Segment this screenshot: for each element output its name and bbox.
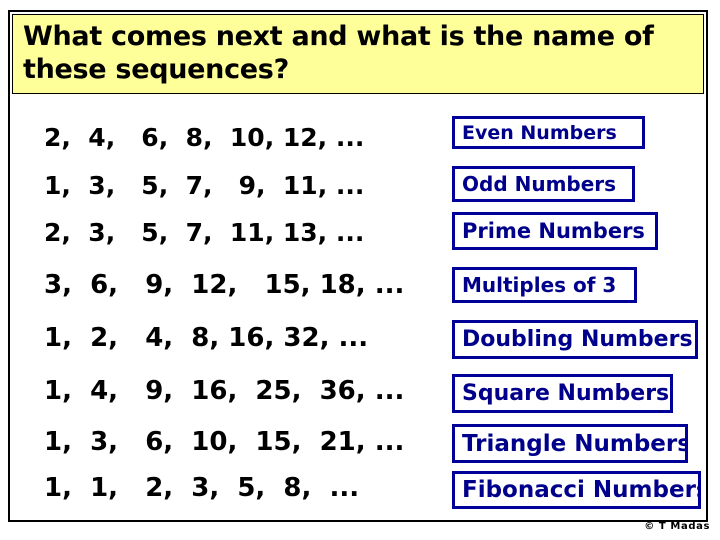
sequence-row-1: 2, 4, 6, 8, 10, 12, ... <box>44 123 365 152</box>
sequence-name-odd-numbers: Odd Numbers <box>452 166 635 202</box>
title-banner: What comes next and what is the name of … <box>12 14 704 94</box>
slide-canvas: What comes next and what is the name of … <box>0 0 720 540</box>
sequence-name-triangle-numbers: Triangle Numbers <box>452 424 688 463</box>
sequence-row-5: 1, 2, 4, 8, 16, 32, ... <box>44 323 369 353</box>
sequence-name-fibonacci-numbers: Fibonacci Numbers <box>452 471 701 509</box>
sequence-row-3: 2, 3, 5, 7, 11, 13, ... <box>44 218 365 247</box>
page-title: What comes next and what is the name of … <box>23 21 654 85</box>
sequence-name-doubling-numbers: Doubling Numbers <box>452 320 698 359</box>
sequence-name-square-numbers: Square Numbers <box>452 374 673 413</box>
sequence-row-7: 1, 3, 6, 10, 15, 21, ... <box>44 427 405 457</box>
sequence-row-6: 1, 4, 9, 16, 25, 36, ... <box>44 376 405 406</box>
sequence-name-prime-numbers: Prime Numbers <box>452 212 658 250</box>
sequence-name-even-numbers: Even Numbers <box>452 116 645 149</box>
sequence-name-multiples-of-3: Multiples of 3 <box>452 267 637 303</box>
sequence-row-4: 3, 6, 9, 12, 15, 18, ... <box>44 270 405 300</box>
copyright-notice: © T Madas <box>644 521 710 532</box>
sequence-row-2: 1, 3, 5, 7, 9, 11, ... <box>44 171 365 200</box>
sequence-row-8: 1, 1, 2, 3, 5, 8, ... <box>44 473 360 503</box>
